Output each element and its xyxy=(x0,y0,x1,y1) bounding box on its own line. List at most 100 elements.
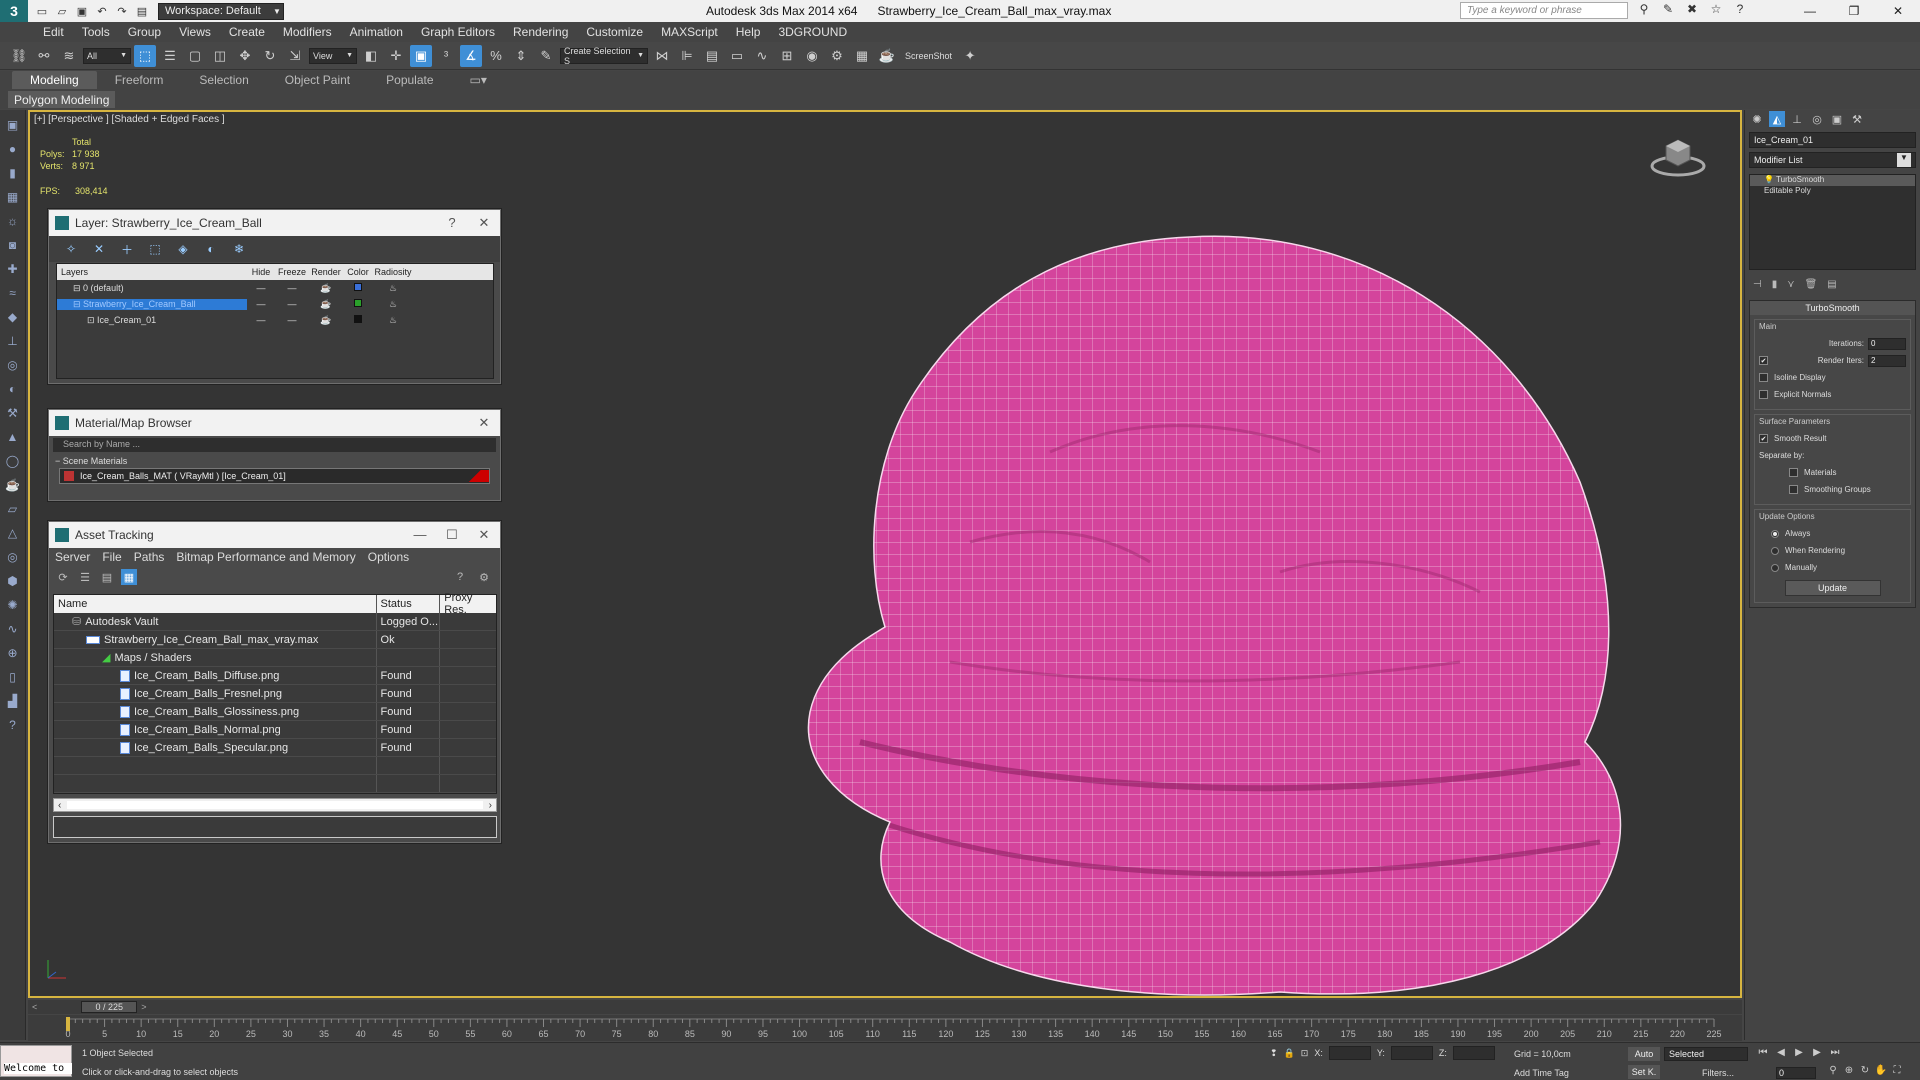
grid-view-icon[interactable]: ▦ xyxy=(121,569,137,585)
select-by-name-icon[interactable]: ☰ xyxy=(159,45,181,67)
helper-icon[interactable]: ✚ xyxy=(4,260,22,278)
particle-icon[interactable]: ✺ xyxy=(4,596,22,614)
project-folder-icon[interactable]: ▤ xyxy=(134,4,150,18)
door-icon[interactable]: ▯ xyxy=(4,668,22,686)
percent-snap-icon[interactable]: % xyxy=(485,45,507,67)
absolute-mode-icon[interactable]: ⊡ xyxy=(1301,1048,1309,1059)
previous-frame-icon[interactable]: ◀ xyxy=(1774,1047,1788,1058)
material-search-input[interactable]: Search by Name ... xyxy=(53,438,496,452)
compound-icon[interactable]: ⊕ xyxy=(4,644,22,662)
utilities-icon[interactable]: ⚒ xyxy=(4,404,22,422)
refresh-icon[interactable]: ⟳ xyxy=(55,569,71,585)
rendered-frame-window-icon[interactable]: ▦ xyxy=(851,45,873,67)
color-swatch-cell[interactable] xyxy=(343,315,373,325)
table-row[interactable]: Ice_Cream_Balls_Normal.png Found xyxy=(54,721,496,739)
tab-freeform[interactable]: Freeform xyxy=(97,71,182,89)
table-view-icon[interactable]: ▤ xyxy=(99,569,115,585)
infocenter-search-input[interactable]: Type a keyword or phrase xyxy=(1460,2,1628,19)
asset-path-field[interactable] xyxy=(53,816,497,838)
redo-icon[interactable]: ↷ xyxy=(114,4,130,18)
cylinder-icon[interactable]: ▮ xyxy=(4,164,22,182)
highlight-layer-icon[interactable]: ◈ xyxy=(175,241,191,257)
help-icon[interactable]: ? xyxy=(452,569,468,585)
teapot-icon[interactable]: ☕ xyxy=(4,476,22,494)
select-and-rotate-icon[interactable]: ↻ xyxy=(259,45,281,67)
material-editor-icon[interactable]: ◉ xyxy=(801,45,823,67)
explicit-normals-checkbox[interactable] xyxy=(1759,390,1768,399)
y-coord-field[interactable] xyxy=(1390,1046,1433,1060)
communication-icon[interactable]: ✖ xyxy=(1684,2,1700,16)
scroll-left-icon[interactable]: ‹ xyxy=(58,800,61,811)
stairs-icon[interactable]: ▟ xyxy=(4,692,22,710)
asset-menu-paths[interactable]: Paths xyxy=(134,550,165,564)
maxscript-mini-listener[interactable]: Welcome to xyxy=(4,1063,72,1074)
asset-menu-server[interactable]: Server xyxy=(55,550,90,564)
render-teapot-icon[interactable]: ☕ xyxy=(309,299,343,310)
col-hide[interactable]: Hide xyxy=(247,267,275,277)
motion-tab-icon[interactable]: ◎ xyxy=(1809,111,1825,127)
edit-named-selection-icon[interactable]: ✎ xyxy=(535,45,557,67)
selection-filter-dropdown[interactable]: All ▼ xyxy=(83,47,131,64)
go-to-end-icon[interactable]: ⏭ xyxy=(1828,1047,1842,1058)
shape-icon[interactable]: ∿ xyxy=(4,620,22,638)
list-view-icon[interactable]: ☰ xyxy=(77,569,93,585)
sphere-icon[interactable]: ● xyxy=(4,140,22,158)
maximize-viewport-icon[interactable]: ⛶ xyxy=(1890,1065,1904,1076)
mirror-icon[interactable]: ⋈ xyxy=(651,45,673,67)
select-object-icon[interactable]: ⬚ xyxy=(134,44,156,67)
current-frame-marker[interactable] xyxy=(66,1017,70,1031)
settings-icon[interactable]: ⚙ xyxy=(476,569,492,585)
smoothing-groups-checkbox[interactable] xyxy=(1789,485,1798,494)
viewcube-icon[interactable] xyxy=(1648,132,1708,180)
maximize-icon[interactable]: ☐ xyxy=(436,527,468,543)
tab-selection[interactable]: Selection xyxy=(181,71,266,89)
col-color[interactable]: Color xyxy=(343,267,373,277)
new-file-icon[interactable]: ▭ xyxy=(34,4,50,18)
asset-menu-file[interactable]: File xyxy=(102,550,121,564)
named-selection-set-dropdown[interactable]: Create Selection S ▼ xyxy=(560,46,648,66)
freeze-toggle[interactable]: — xyxy=(275,315,309,325)
restore-icon[interactable]: ❐ xyxy=(1832,0,1876,22)
prev-frame-icon[interactable]: < xyxy=(28,1002,41,1012)
col-layers[interactable]: Layers xyxy=(57,267,247,277)
table-row[interactable]: Ice_Cream_Balls_Specular.png Found xyxy=(54,739,496,757)
object-name-field[interactable]: Ice_Cream_01 xyxy=(1749,132,1916,148)
freeze-all-icon[interactable]: ❄ xyxy=(231,241,247,257)
materials-checkbox[interactable] xyxy=(1789,468,1798,477)
isolate-icon[interactable]: ❢ xyxy=(1270,1048,1278,1059)
menu-edit[interactable]: Edit xyxy=(34,25,73,39)
asset-menu-bitmap-performance[interactable]: Bitmap Performance and Memory xyxy=(176,550,355,564)
motion-icon[interactable]: ◎ xyxy=(4,356,22,374)
select-manipulate-icon[interactable]: ✛ xyxy=(385,45,407,67)
pivot-center-icon[interactable]: ◧ xyxy=(360,45,382,67)
create-tab-icon[interactable]: ✺ xyxy=(1749,111,1765,127)
close-icon[interactable]: ✕ xyxy=(468,527,500,543)
help-icon[interactable]: ? xyxy=(1732,2,1748,16)
ribbon-toggle-icon[interactable]: ▭ xyxy=(726,45,748,67)
snaps-toggle-icon[interactable]: ³ xyxy=(435,45,457,67)
layer-row[interactable]: ⊟ Strawberry_Ice_Cream_Ball — — ☕ ♨ xyxy=(57,296,493,312)
create-layer-icon[interactable]: ✧ xyxy=(63,241,79,257)
rectangular-selection-icon[interactable]: ▢ xyxy=(184,45,206,67)
manually-radio[interactable] xyxy=(1771,563,1779,572)
hide-toggle[interactable]: — xyxy=(247,299,275,309)
menu-views[interactable]: Views xyxy=(170,25,220,39)
modify-tab-icon[interactable]: ◭ xyxy=(1769,111,1785,127)
select-and-move-icon[interactable]: ✥ xyxy=(234,45,256,67)
iterations-spinner[interactable]: 0 xyxy=(1868,337,1906,350)
render-setup-icon[interactable]: ⚙ xyxy=(826,45,848,67)
menu-modifiers[interactable]: Modifiers xyxy=(274,25,341,39)
rollout-title[interactable]: TurboSmooth xyxy=(1750,301,1915,315)
scroll-right-icon[interactable]: › xyxy=(489,800,492,811)
make-unique-icon[interactable]: ⋎ xyxy=(1787,279,1794,290)
menu-customize[interactable]: Customize xyxy=(577,25,652,39)
tube-icon[interactable]: ◎ xyxy=(4,548,22,566)
freeze-toggle[interactable]: — xyxy=(275,299,309,309)
geosphere-icon[interactable]: ⬢ xyxy=(4,572,22,590)
display-tab-icon[interactable]: ▣ xyxy=(1829,111,1845,127)
hide-toggle[interactable]: — xyxy=(247,283,275,293)
freeze-toggle[interactable]: — xyxy=(275,283,309,293)
render-teapot-icon[interactable]: ☕ xyxy=(309,283,343,294)
isoline-display-checkbox[interactable] xyxy=(1759,373,1768,382)
close-icon[interactable]: ✕ xyxy=(468,415,500,431)
